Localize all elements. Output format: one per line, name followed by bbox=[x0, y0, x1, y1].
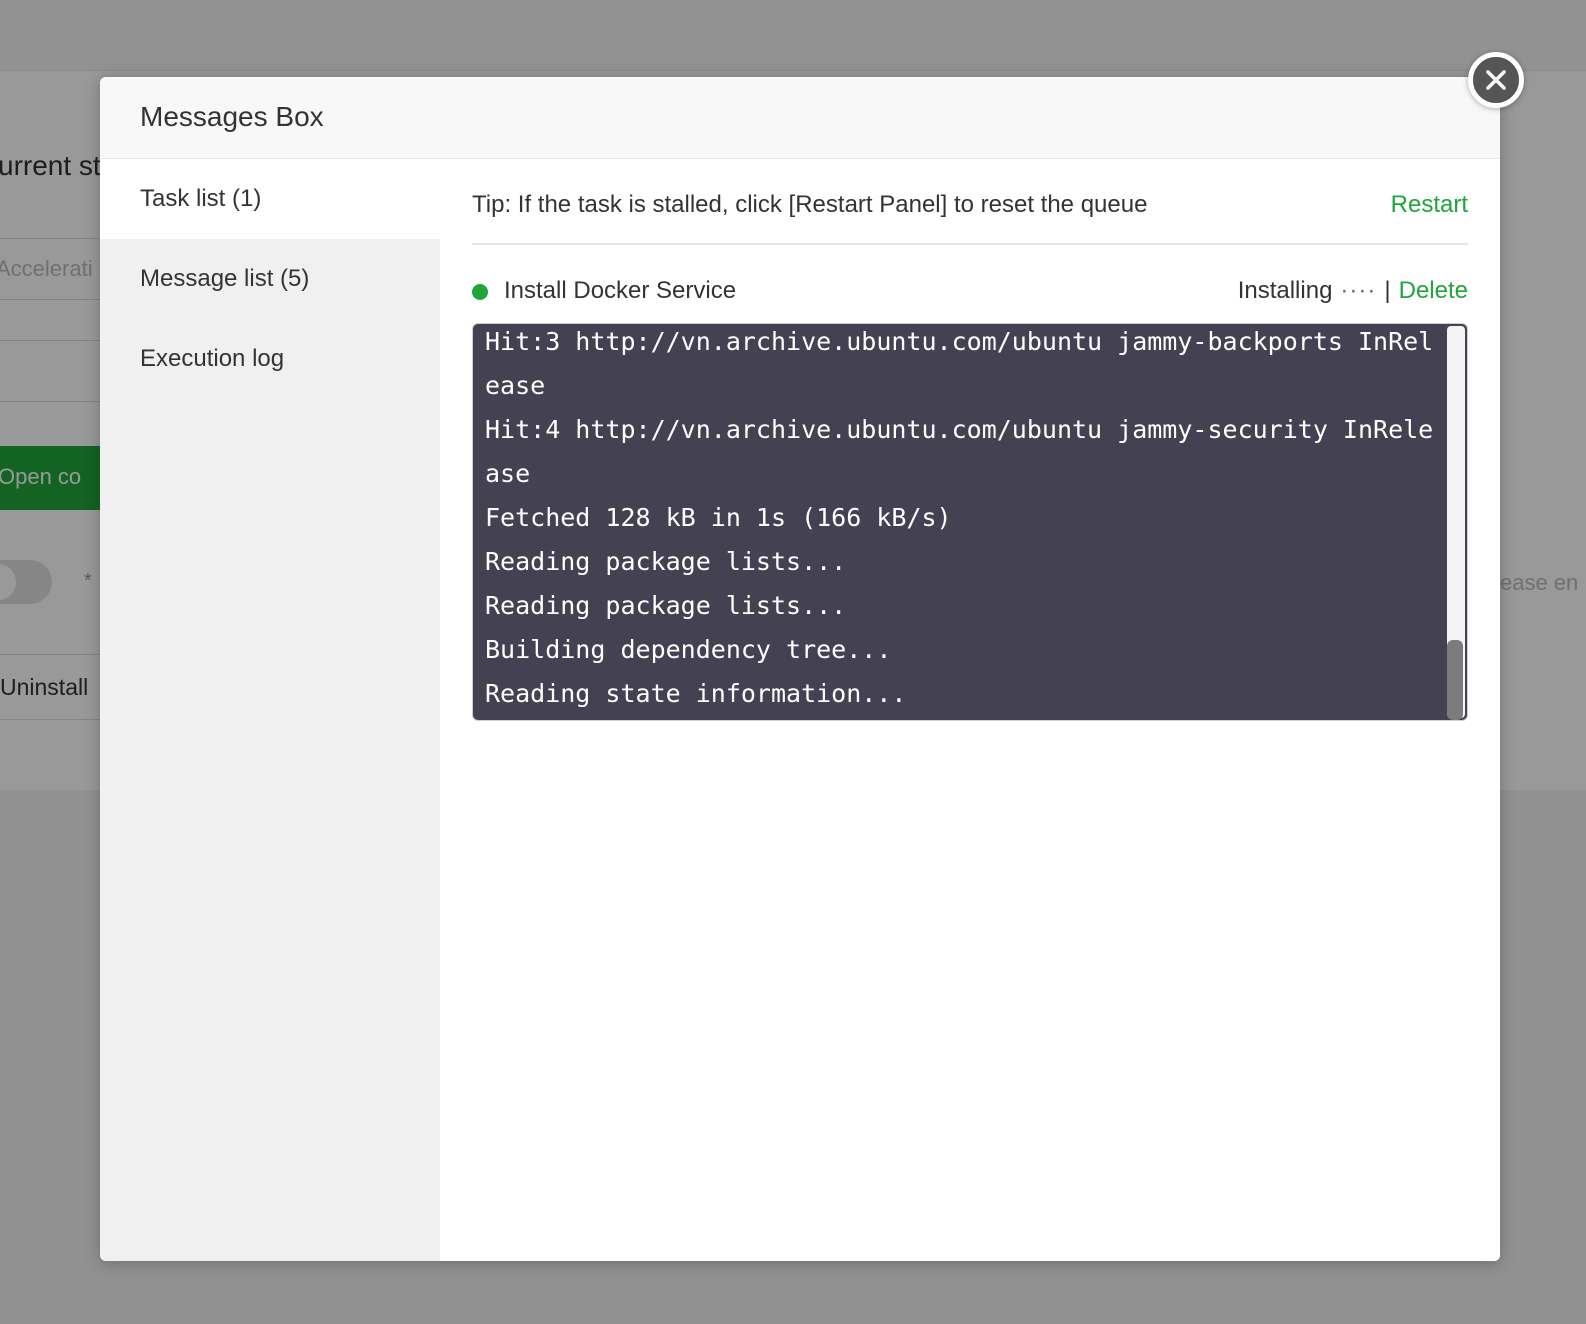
task-actions: Installing ···· | Delete bbox=[1238, 277, 1468, 305]
action-separator: | bbox=[1384, 277, 1391, 304]
task-list-content: Tip: If the task is stalled, click [Rest… bbox=[440, 159, 1500, 1261]
sidebar-item-execution-log[interactable]: Execution log bbox=[100, 319, 440, 399]
delete-task-link[interactable]: Delete bbox=[1399, 277, 1468, 305]
sidebar-item-label: Execution log bbox=[140, 345, 285, 372]
sidebar-item-message-list[interactable]: Message list (5) bbox=[100, 239, 440, 319]
modal-header: Messages Box bbox=[100, 77, 1500, 159]
sidebar-item-task-list[interactable]: Task list (1) bbox=[100, 159, 440, 239]
task-status: Installing bbox=[1237, 277, 1333, 304]
modal-sidebar: Task list (1) Message list (5) Execution… bbox=[100, 159, 440, 1261]
messages-box-modal: Messages Box Task list (1) Message list … bbox=[100, 77, 1500, 1261]
tip-text: Tip: If the task is stalled, click [Rest… bbox=[472, 191, 1148, 218]
sidebar-item-label: Task list (1) bbox=[140, 185, 262, 212]
restart-link[interactable]: Restart bbox=[1391, 191, 1468, 219]
close-icon bbox=[1486, 70, 1506, 90]
sidebar-item-label: Message list (5) bbox=[140, 265, 310, 292]
task-name: Install Docker Service bbox=[504, 277, 737, 304]
log-scrollbar-thumb[interactable] bbox=[1447, 640, 1463, 720]
task-row: Install Docker Service Installing ···· |… bbox=[472, 269, 1468, 309]
modal-title: Messages Box bbox=[140, 101, 324, 132]
close-modal-button[interactable] bbox=[1468, 52, 1524, 108]
tip-row: Tip: If the task is stalled, click [Rest… bbox=[472, 159, 1468, 245]
task-log-output: Hit:3 http://vn.archive.ubuntu.com/ubunt… bbox=[485, 327, 1434, 708]
loading-dots-icon: ···· bbox=[1340, 277, 1377, 304]
status-dot-icon bbox=[472, 284, 488, 300]
task-log-terminal[interactable]: Hit:3 http://vn.archive.ubuntu.com/ubunt… bbox=[472, 323, 1468, 721]
